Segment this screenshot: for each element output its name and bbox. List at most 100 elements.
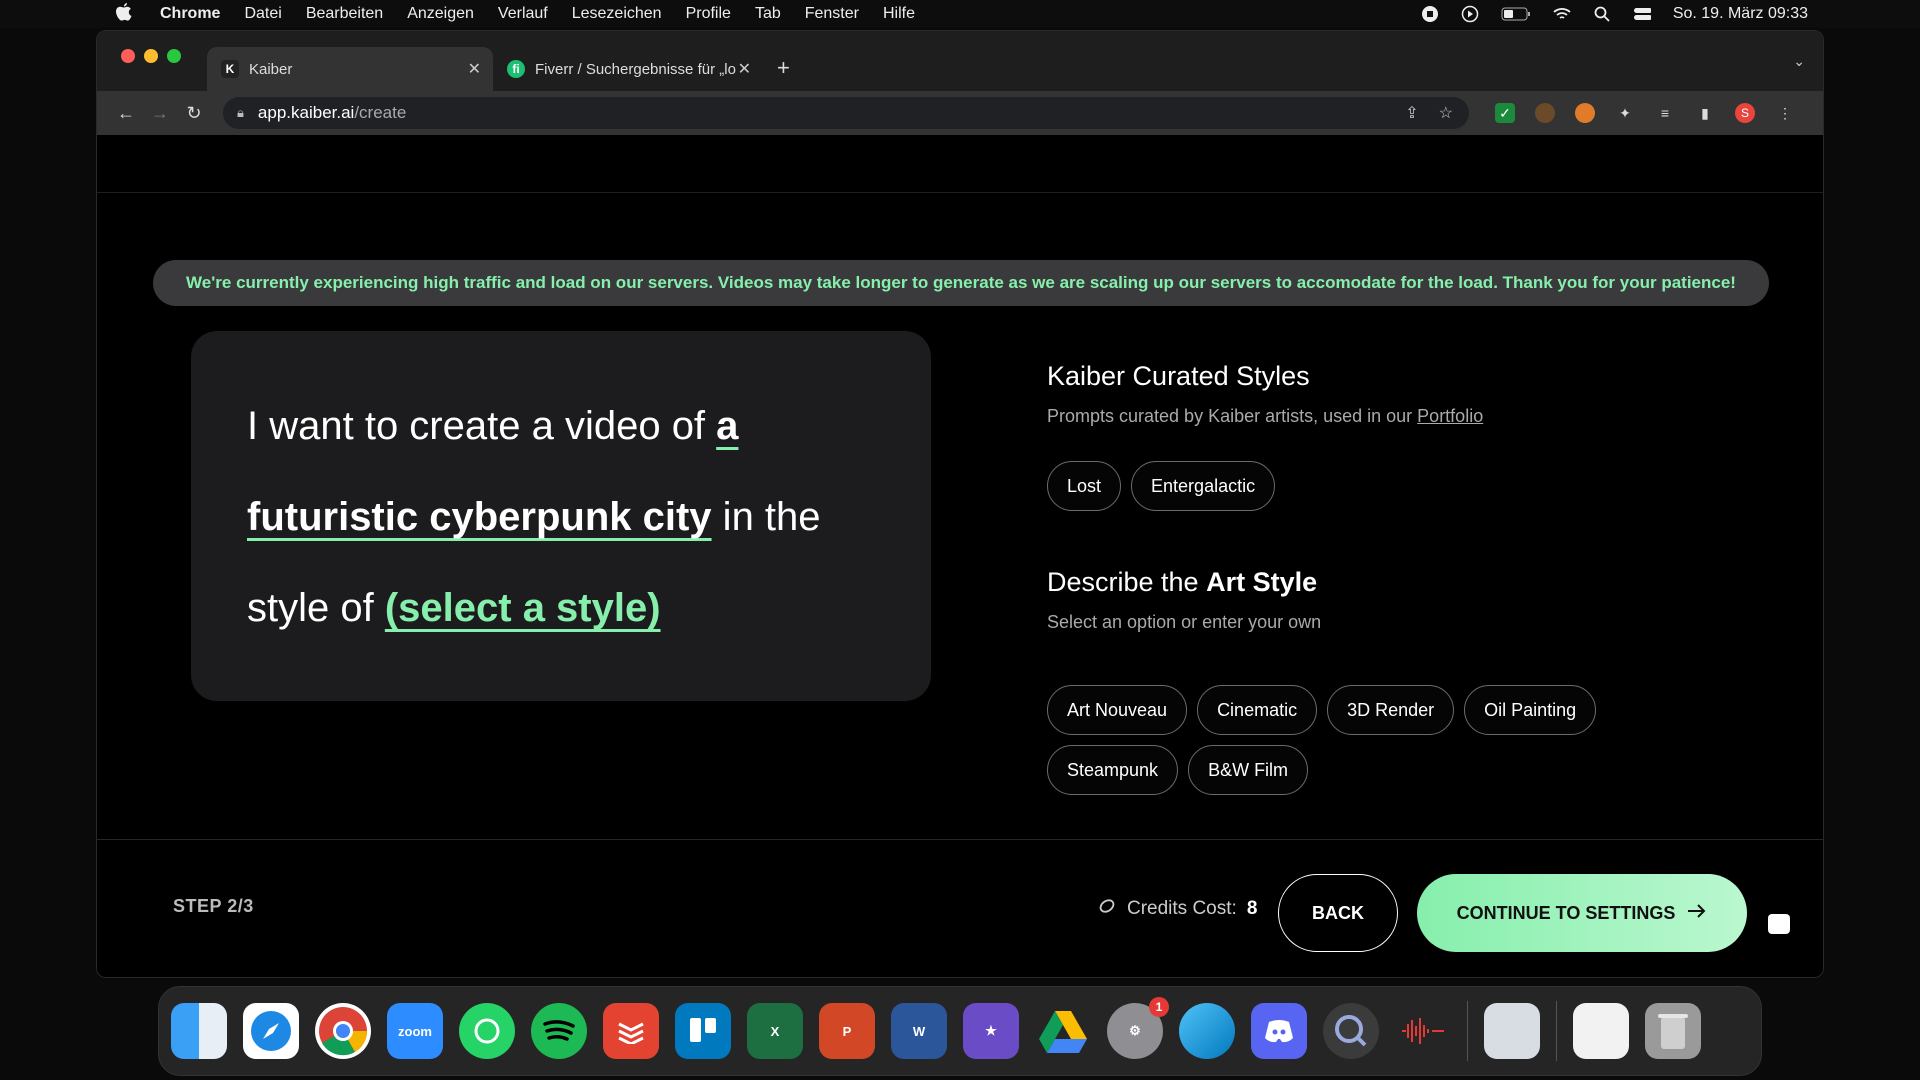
style-chip-3d-render[interactable]: 3D Render (1327, 685, 1455, 735)
menu-app-name[interactable]: Chrome (160, 5, 220, 23)
imovie-icon[interactable]: ★ (963, 1003, 1019, 1059)
chrome-menu-icon[interactable]: ⋮ (1775, 103, 1795, 123)
macos-menubar: Chrome Datei Bearbeiten Anzeigen Verlauf… (0, 0, 1920, 28)
kaiber-favicon-icon: K (221, 60, 239, 78)
shield-extension-icon[interactable]: ✓ (1495, 103, 1515, 123)
style-chip-art-nouveau[interactable]: Art Nouveau (1047, 685, 1188, 735)
style-chip-steampunk[interactable]: Steampunk (1047, 745, 1179, 795)
page-top-strip (97, 135, 1823, 193)
browser-app-icon[interactable] (1179, 1003, 1235, 1059)
address-bar[interactable]: 🔒︎ app.kaiber.ai/create ⇪ ☆ (223, 97, 1469, 129)
chat-support-button[interactable] (1751, 896, 1807, 952)
google-drive-icon[interactable] (1035, 1003, 1091, 1059)
close-tab-icon[interactable]: ✕ (468, 59, 481, 79)
forward-arrow-icon[interactable]: → (143, 103, 177, 124)
chrome-icon[interactable] (315, 1003, 371, 1059)
credits-label: Credits Cost: (1127, 898, 1237, 919)
step-indicator: STEP 2/3 (173, 896, 254, 916)
portfolio-link[interactable]: Portfolio (1417, 406, 1483, 426)
maximize-window-button[interactable] (167, 49, 181, 63)
art-style-title-prefix: Describe the (1047, 567, 1207, 597)
curated-subtitle-text: Prompts curated by Kaiber artists, used … (1047, 406, 1418, 426)
prompt-card: I want to create a video of a futuristic… (191, 331, 931, 701)
finder-icon[interactable] (171, 1003, 227, 1059)
close-tab-icon[interactable]: ✕ (738, 59, 751, 79)
play-icon[interactable] (1461, 5, 1479, 23)
prompt-sentence: I want to create a video of a futuristic… (247, 381, 875, 654)
puzzle-extensions-icon[interactable]: ✦ (1615, 103, 1635, 123)
curated-styles-title: Kaiber Curated Styles (1047, 361, 1310, 391)
back-arrow-icon[interactable]: ← (109, 103, 143, 124)
tab-kaiber[interactable]: K Kaiber ✕ (207, 47, 493, 91)
fiverr-favicon-icon: fi (507, 60, 525, 78)
arrow-right-icon (1687, 903, 1707, 924)
menu-fenster[interactable]: Fenster (805, 5, 859, 23)
reading-list-icon[interactable]: ≡ (1655, 103, 1675, 123)
style-chip-cinematic[interactable]: Cinematic (1197, 685, 1318, 735)
trash-icon[interactable] (1645, 1003, 1701, 1059)
style-chip-bw-film[interactable]: B&W Film (1188, 745, 1309, 795)
window-controls (121, 49, 181, 63)
word-icon[interactable]: W (891, 1003, 947, 1059)
trello-icon[interactable] (675, 1003, 731, 1059)
prompt-style-placeholder[interactable]: (select a style) (385, 586, 661, 630)
voice-memos-icon[interactable] (1395, 1003, 1451, 1059)
bookmark-star-icon[interactable]: ☆ (1439, 103, 1453, 123)
cookie-extension-icon[interactable] (1535, 103, 1555, 123)
reload-icon[interactable]: ↻ (177, 103, 211, 124)
menubar-datetime[interactable]: So. 19. März 09:33 (1673, 5, 1808, 23)
url-host: app.kaiber.ai (257, 103, 355, 122)
screen-record-icon[interactable] (1421, 5, 1439, 23)
quicktime-icon[interactable] (1323, 1003, 1379, 1059)
menu-anzeigen[interactable]: Anzeigen (407, 5, 474, 23)
tab-search-chevron-icon[interactable]: ⌄ (1793, 53, 1805, 70)
system-settings-icon[interactable]: ⚙ 1 (1107, 997, 1169, 1059)
wizard-footer: STEP 2/3 Credits Cost: 8 BACK CONTINUE T… (97, 839, 1823, 977)
curated-styles-subtitle: Prompts curated by Kaiber artists, used … (1047, 406, 1747, 427)
menu-bearbeiten[interactable]: Bearbeiten (306, 5, 383, 23)
minimize-window-button[interactable] (144, 49, 158, 63)
close-window-button[interactable] (121, 49, 135, 63)
dock-separator (1556, 1001, 1557, 1061)
chat-icon (1768, 914, 1790, 934)
excel-icon[interactable]: X (747, 1003, 803, 1059)
apple-menu-icon[interactable] (116, 2, 144, 26)
side-panel-icon[interactable]: ▮ (1695, 103, 1715, 123)
continue-to-settings-button[interactable]: CONTINUE TO SETTINGS (1417, 874, 1747, 952)
curated-style-chips: Lost Entergalactic (1047, 461, 1747, 511)
powerpoint-icon[interactable]: P (819, 1003, 875, 1059)
menu-hilfe[interactable]: Hilfe (883, 5, 915, 23)
tab-fiverr[interactable]: fi Fiverr / Suchergebnisse für „lo ✕ (493, 47, 763, 91)
zoom-icon[interactable]: zoom (387, 1003, 443, 1059)
style-chip-oil-painting[interactable]: Oil Painting (1464, 685, 1597, 735)
tab-title: Fiverr / Suchergebnisse für „lo (535, 60, 736, 78)
profile-avatar[interactable]: S (1735, 103, 1755, 123)
style-chip-lost[interactable]: Lost (1047, 461, 1122, 511)
wifi-icon[interactable] (1553, 5, 1571, 23)
safari-icon[interactable] (243, 1003, 299, 1059)
downloads-stack-icon[interactable] (1573, 1003, 1629, 1059)
spotify-icon[interactable] (531, 1003, 587, 1059)
back-button[interactable]: BACK (1278, 874, 1398, 952)
orange-extension-icon[interactable] (1575, 103, 1595, 123)
dock-separator (1467, 1001, 1468, 1061)
control-center-icon[interactable] (1633, 5, 1651, 23)
battery-icon[interactable] (1501, 5, 1531, 23)
menu-verlauf[interactable]: Verlauf (498, 5, 548, 23)
new-tab-icon[interactable]: + (777, 55, 790, 81)
menu-profile[interactable]: Profile (686, 5, 731, 23)
lock-icon[interactable]: 🔒︎ (237, 105, 244, 121)
todoist-icon[interactable] (603, 1003, 659, 1059)
style-selection-panel: Kaiber Curated Styles Prompts curated by… (1047, 361, 1747, 795)
art-style-title-bold: Art Style (1206, 567, 1318, 597)
whatsapp-icon[interactable] (459, 1003, 515, 1059)
credits-cost: Credits Cost: 8 (1097, 896, 1257, 922)
preview-icon[interactable] (1484, 1003, 1540, 1059)
menu-datei[interactable]: Datei (244, 5, 281, 23)
style-chip-entergalactic[interactable]: Entergalactic (1131, 461, 1276, 511)
menu-lesezeichen[interactable]: Lesezeichen (572, 5, 662, 23)
discord-icon[interactable] (1251, 1003, 1307, 1059)
spotlight-search-icon[interactable] (1593, 5, 1611, 23)
menu-tab[interactable]: Tab (755, 5, 781, 23)
share-icon[interactable]: ⇪ (1405, 103, 1418, 123)
